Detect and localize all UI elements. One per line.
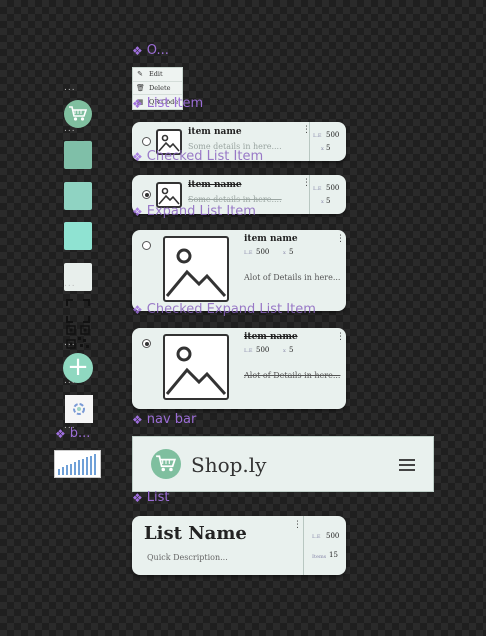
bar-chart-icon [58,454,96,475]
list-card[interactable]: List Name Quick Description... ⋮ L.E 500… [132,516,346,575]
component-label-list-item: ❖ List Item [132,96,204,111]
select-radio[interactable] [142,137,151,146]
checked-expand-list-item[interactable]: item name L.E 500 x 5 Alot of Details in… [132,328,346,409]
component-label-nav-bar: ❖ nav bar [132,412,197,427]
color-swatch-primary [64,141,92,169]
dots-label: ... [64,338,76,348]
qty-value: 5 [326,144,331,152]
component-diamond-icon: ❖ [132,43,143,58]
color-swatch-tertiary [64,222,92,250]
price-value: 500 [256,248,270,256]
price-label: L.E [313,133,322,139]
item-details: Alot of Details in here... [244,371,341,380]
more-options-icon[interactable]: ⋮ [302,126,311,135]
item-name: item name [188,180,242,190]
more-options-icon[interactable]: ⋮ [293,521,302,530]
bar-chart-thumbnail [54,450,101,478]
component-diamond-icon: ❖ [132,412,143,427]
dots-label: ... [64,83,76,93]
dots-label: ... [64,124,76,134]
image-placeholder-icon [163,236,229,302]
menu-item-edit[interactable]: ✎ Edit [133,68,182,82]
more-options-icon[interactable]: ⋮ [336,333,345,342]
dots-label: ... [64,376,76,386]
component-label-options: ❖ O... [132,43,169,58]
dots-label: ... [64,279,76,289]
list-description: Quick Description... [147,553,228,562]
price-label: L.E [244,250,253,256]
qty-label: x [283,250,286,256]
more-options-icon[interactable]: ⋮ [336,235,345,244]
qty-label: x [321,146,324,152]
component-diamond-icon: ❖ [132,302,143,317]
price-value: 500 [326,532,340,540]
item-details: Alot of Details in here... [244,273,341,282]
component-label-b: ❖ b... [55,426,91,441]
selected-radio[interactable] [142,190,151,199]
list-name: List Name [144,523,247,544]
items-label: Items [312,554,327,560]
scan-frame-icon [66,299,90,323]
expand-list-item[interactable]: item name L.E 500 x 5 Alot of Details in… [132,230,346,311]
item-details: Some details in here.... [188,195,282,204]
edit-icon: ✎ [137,70,143,79]
qty-label: x [321,199,324,205]
select-radio[interactable] [142,241,151,250]
color-swatch-secondary [64,182,92,210]
loading-tile [65,395,93,423]
price-value: 500 [326,131,340,139]
component-diamond-icon: ❖ [55,426,66,441]
qty-label: x [283,348,286,354]
price-label: L.E [312,534,321,540]
image-placeholder-icon [163,334,229,400]
trash-icon: 🗑 [136,83,145,92]
item-name: item name [188,127,242,137]
item-name: item name [244,332,298,342]
shopping-cart-icon [69,106,88,121]
qty-value: 5 [326,197,331,205]
more-options-icon[interactable]: ⋮ [302,179,311,188]
component-label-checked-list-item: ❖ Checked List Item [132,149,264,164]
qty-value: 5 [289,346,294,354]
component-diamond-icon: ❖ [132,490,143,505]
price-label: L.E [313,186,322,192]
divider [303,516,304,575]
price-value: 500 [326,184,340,192]
brand-name: Shop.ly [191,453,267,477]
nav-bar: Shop.ly [132,436,434,492]
divider [309,175,310,214]
component-diamond-icon: ❖ [132,204,143,219]
items-value: 15 [329,551,338,559]
logo-badge[interactable] [151,449,181,479]
price-label: L.E [244,348,253,354]
component-label-checked-expand-list-item: ❖ Checked Expand List Item [132,302,316,317]
component-label-expand-list-item: ❖ Expand List Item [132,204,256,219]
item-name: item name [244,234,298,244]
menu-hamburger-icon[interactable] [399,459,415,471]
component-diamond-icon: ❖ [132,149,143,164]
qty-value: 5 [289,248,294,256]
price-value: 500 [256,346,270,354]
component-label-list: ❖ List [132,490,170,505]
menu-item-delete[interactable]: 🗑 Delete [133,82,182,95]
divider [309,122,310,161]
selected-radio[interactable] [142,339,151,348]
loading-gear-icon [73,403,85,415]
shopping-cart-icon [156,455,177,472]
component-diamond-icon: ❖ [132,96,143,111]
